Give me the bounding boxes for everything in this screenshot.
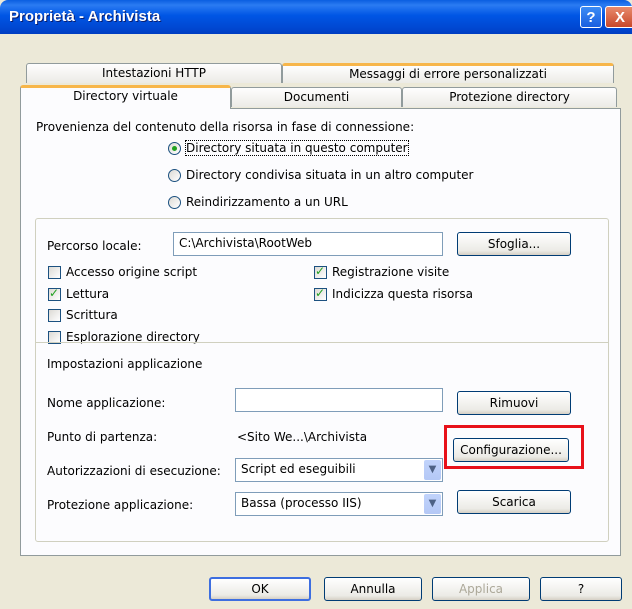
cancel-button[interactable]: Annulla: [324, 577, 422, 601]
local-path-input[interactable]: C:\Archivista\RootWeb: [173, 232, 443, 256]
highlight-box: [444, 425, 584, 469]
chevron-down-icon[interactable]: ▼: [424, 460, 441, 480]
local-path-label: Percorso locale:: [47, 239, 142, 253]
exec-permissions-select[interactable]: Script ed eseguibili ▼: [235, 458, 443, 482]
checkbox-index-resource-label[interactable]: Indicizza questa risorsa: [332, 287, 473, 301]
title-bar[interactable]: Proprietà - Archivista ? X: [0, 0, 632, 34]
section-divider: [35, 342, 609, 343]
browse-button[interactable]: Sfoglia...: [457, 232, 571, 256]
ok-button[interactable]: OK: [209, 577, 311, 601]
checkbox-script-source-access-label[interactable]: Accesso origine script: [66, 265, 197, 279]
start-point-value: <Sito We...\Archivista: [237, 430, 368, 444]
help-button[interactable]: ?: [580, 6, 602, 28]
checkbox-write[interactable]: [48, 309, 61, 322]
radio-redirect-url-label[interactable]: Reindirizzamento a un URL: [186, 195, 348, 209]
checkbox-read[interactable]: [48, 286, 61, 301]
app-settings-heading: Impostazioni applicazione: [47, 357, 203, 371]
help-footer-button[interactable]: ?: [540, 577, 622, 601]
close-button[interactable]: X: [605, 6, 632, 28]
app-protection-label: Protezione applicazione:: [47, 498, 194, 512]
app-name-label: Nome applicazione:: [47, 396, 166, 410]
exec-permissions-label: Autorizzazioni di esecuzione:: [47, 464, 221, 478]
tab-documenti[interactable]: Documenti: [231, 87, 402, 107]
radio-local-directory-label[interactable]: Directory situata in questo computer: [185, 140, 409, 156]
app-name-input[interactable]: [235, 388, 443, 412]
source-heading: Provenienza del contenuto della risorsa …: [36, 120, 415, 134]
exec-permissions-value: Script ed eseguibili: [241, 462, 356, 476]
radio-redirect-url[interactable]: [168, 196, 181, 209]
radio-shared-directory[interactable]: [168, 169, 181, 182]
tab-messaggi-errore[interactable]: Messaggi di errore personalizzati: [282, 63, 614, 83]
checkbox-write-label[interactable]: Scrittura: [66, 308, 118, 322]
properties-dialog: Proprietà - Archivista ? X Intestazioni …: [0, 0, 632, 609]
checkbox-log-visits-label[interactable]: Registrazione visite: [332, 265, 449, 279]
apply-button[interactable]: Applica: [432, 577, 530, 601]
remove-button[interactable]: Rimuovi: [457, 391, 571, 415]
tab-directory-virtuale[interactable]: Directory virtuale: [20, 85, 231, 109]
checkbox-script-source-access[interactable]: [48, 266, 61, 279]
radio-local-directory[interactable]: [168, 142, 181, 155]
checkbox-log-visits[interactable]: [314, 264, 327, 279]
app-protection-value: Bassa (processo IIS): [241, 496, 362, 510]
app-protection-select[interactable]: Bassa (processo IIS) ▼: [235, 492, 443, 516]
tab-intestazioni-http[interactable]: Intestazioni HTTP: [26, 63, 282, 83]
checkbox-index-resource[interactable]: [314, 286, 327, 301]
start-point-label: Punto di partenza:: [47, 430, 158, 444]
radio-shared-directory-label[interactable]: Directory condivisa situata in un altro …: [186, 168, 473, 182]
window-title: Proprietà - Archivista: [9, 8, 161, 25]
unload-button[interactable]: Scarica: [457, 490, 571, 514]
chevron-down-icon[interactable]: ▼: [424, 494, 441, 514]
checkbox-read-label[interactable]: Lettura: [66, 287, 109, 301]
tab-protezione-directory[interactable]: Protezione directory: [402, 87, 617, 107]
